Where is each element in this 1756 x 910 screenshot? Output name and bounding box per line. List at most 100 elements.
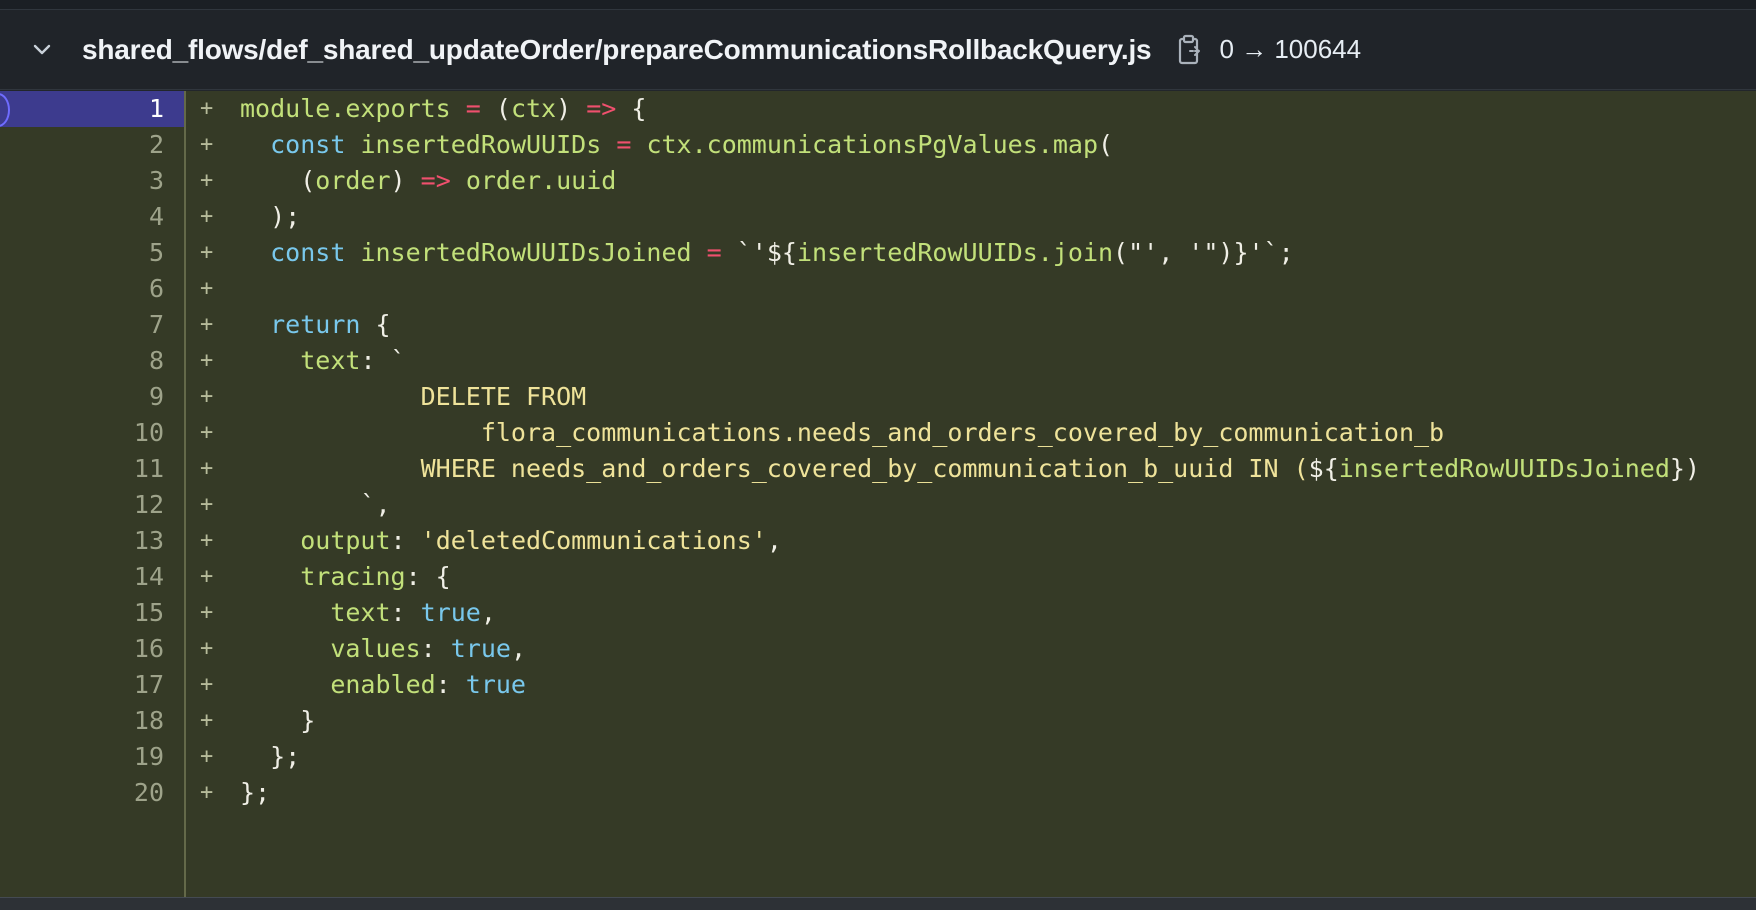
- code-content: const insertedRowUUIDs = ctx.communicati…: [240, 127, 1113, 163]
- code-token: insertedRowUUIDsJoined: [1338, 454, 1670, 483]
- added-marker: +: [200, 312, 214, 337]
- code-token: };: [240, 742, 301, 771]
- line-number[interactable]: 10: [0, 415, 184, 451]
- line-number[interactable]: 2: [0, 127, 184, 163]
- code-content: WHERE needs_and_orders_covered_by_commun…: [240, 451, 1700, 487]
- code-token: WHERE needs_and_orders_covered_by_commun…: [240, 454, 1309, 483]
- added-marker: +: [200, 672, 214, 697]
- code-content: tracing: {: [240, 559, 451, 595]
- code-token: true: [420, 598, 481, 627]
- code-content: `,: [240, 487, 390, 523]
- added-marker: +: [200, 528, 214, 553]
- line-number[interactable]: 14: [0, 559, 184, 595]
- line-number[interactable]: 20: [0, 775, 184, 811]
- line-number[interactable]: 7: [0, 307, 184, 343]
- diff-line-15: 15 + text: true,: [0, 595, 1756, 631]
- line-number[interactable]: 16: [0, 631, 184, 667]
- code-content: );: [240, 199, 300, 235]
- code-content: return {: [240, 307, 390, 343]
- diff-line-8: 8 + text: `: [0, 343, 1756, 379]
- code-token: flora_communications.needs_and_orders_co…: [240, 418, 1445, 447]
- added-marker: +: [200, 384, 214, 409]
- scrollbar-track[interactable]: [0, 897, 1756, 910]
- code-content: };: [240, 739, 300, 775]
- added-marker: +: [200, 600, 214, 625]
- code-content: (order) => order.uuid: [240, 163, 616, 199]
- added-marker: +: [200, 132, 214, 157]
- code-token: =>: [420, 166, 451, 195]
- code-token: (: [1098, 130, 1114, 159]
- diff-line-4: 4 + );: [0, 199, 1756, 235]
- code-token: :: [420, 634, 451, 663]
- line-number[interactable]: 13: [0, 523, 184, 559]
- code-token: };: [240, 778, 271, 807]
- line-number[interactable]: 15: [0, 595, 184, 631]
- diff-line-17: 17 + enabled: true: [0, 667, 1756, 703]
- line-number[interactable]: 4: [0, 199, 184, 235]
- code-content: const insertedRowUUIDsJoined = `'${inser…: [240, 235, 1294, 271]
- line-number[interactable]: 11: [0, 451, 184, 487]
- diff-line-2: 2 + const insertedRowUUIDs = ctx.communic…: [0, 127, 1756, 163]
- code-content: enabled: true: [240, 667, 526, 703]
- added-marker: +: [200, 564, 214, 589]
- code-token: (: [240, 166, 316, 195]
- added-marker: +: [200, 276, 214, 301]
- line-number[interactable]: 1: [0, 91, 184, 127]
- code-token: =: [706, 238, 722, 267]
- code-token: text: [300, 346, 361, 375]
- line-number[interactable]: 9: [0, 379, 184, 415]
- code-content: }: [240, 703, 315, 739]
- diff-line-20: 20 +};: [0, 775, 1756, 811]
- added-marker: +: [200, 204, 214, 229]
- line-number[interactable]: 12: [0, 487, 184, 523]
- added-marker: +: [200, 492, 214, 517]
- added-marker: +: [200, 348, 214, 373]
- code-token: tracing: [300, 562, 406, 591]
- diff-line-6: 6 +: [0, 271, 1756, 307]
- line-number[interactable]: 18: [0, 703, 184, 739]
- code-token: DELETE FROM: [240, 382, 587, 411]
- line-number[interactable]: 19: [0, 739, 184, 775]
- added-marker: +: [200, 96, 214, 121]
- code-token: : `: [360, 346, 406, 375]
- code-token: const: [270, 130, 346, 159]
- code-token: ("', '")}'`;: [1113, 238, 1294, 267]
- top-divider: [0, 0, 1756, 10]
- file-path[interactable]: shared_flows/def_shared_updateOrder/prep…: [82, 34, 1152, 66]
- diff-line-14: 14 + tracing: {: [0, 559, 1756, 595]
- code-token: insertedRowUUIDs: [360, 130, 602, 159]
- copy-path-icon[interactable]: [1175, 33, 1205, 67]
- added-marker: +: [200, 420, 214, 445]
- code-token: enabled: [330, 670, 436, 699]
- line-number[interactable]: 5: [0, 235, 184, 271]
- code-token: (: [480, 94, 511, 123]
- line-number[interactable]: 17: [0, 667, 184, 703]
- code-token: const: [270, 238, 346, 267]
- code-token: insertedRowUUIDs.join: [796, 238, 1114, 267]
- code-token: :: [435, 670, 466, 699]
- added-marker: +: [200, 708, 214, 733]
- code-token: ${: [1308, 454, 1339, 483]
- line-number[interactable]: 8: [0, 343, 184, 379]
- line-number[interactable]: 6: [0, 271, 184, 307]
- line-number[interactable]: 3: [0, 163, 184, 199]
- added-marker: +: [200, 240, 214, 265]
- code-content: output: 'deletedCommunications',: [240, 523, 782, 559]
- code-token: values: [330, 634, 421, 663]
- diff-view: 1 + module.exports = (ctx) => {2 + const in…: [0, 91, 1756, 897]
- diff-line-16: 16 + values: true,: [0, 631, 1756, 667]
- code-content: };: [240, 775, 270, 811]
- diff-line-18: 18 + }: [0, 703, 1756, 739]
- diff-line-13: 13 + output: 'deletedCommunications',: [0, 523, 1756, 559]
- chevron-down-icon[interactable]: [32, 40, 52, 60]
- code-content: text: `: [240, 343, 406, 379]
